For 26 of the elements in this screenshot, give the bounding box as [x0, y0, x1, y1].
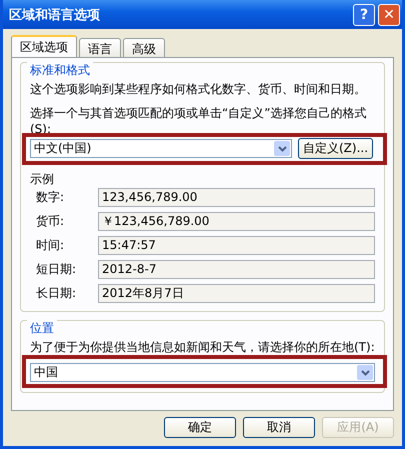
customize-button[interactable]: 自定义(Z)...: [298, 138, 374, 159]
sample-field: ￥123,456,789.00: [98, 212, 375, 231]
field-label: 数字:: [36, 189, 66, 206]
group-title: 标准和格式: [27, 62, 93, 79]
help-button[interactable]: ?: [353, 4, 375, 26]
location-dropdown[interactable]: 中国: [30, 363, 375, 382]
window-title: 区域和语言选项: [9, 6, 100, 24]
description-text: 这个选项影响到某些程序如何格式化数字、货币、时间和日期。: [30, 81, 367, 97]
sample-field: 2012年8月7日: [98, 284, 375, 303]
field-label: 长日期:: [36, 285, 78, 302]
sample-field: 123,456,789.00: [98, 188, 375, 207]
tab[interactable]: 语言: [79, 38, 121, 57]
dialog-button[interactable]: 取消: [243, 417, 315, 438]
dialog-button[interactable]: 确定: [164, 417, 236, 438]
format-dropdown[interactable]: 中文(中国): [30, 139, 292, 158]
group-title: 位置: [27, 320, 57, 337]
tab[interactable]: 区域选项: [11, 35, 77, 57]
field-label: 时间:: [36, 237, 66, 254]
close-button[interactable]: ✕: [378, 4, 400, 26]
tab[interactable]: 高级: [123, 38, 165, 57]
section-label: 示例: [30, 171, 55, 188]
field-label: 货币:: [36, 213, 66, 230]
sample-field: 15:47:57: [98, 236, 375, 255]
field-label: 短日期:: [36, 261, 78, 278]
description-text: 为了便于为你提供当地信息如新闻和天气，请选择你的所在地(T):: [30, 339, 375, 355]
sample-field: 2012-8-7: [98, 260, 375, 279]
